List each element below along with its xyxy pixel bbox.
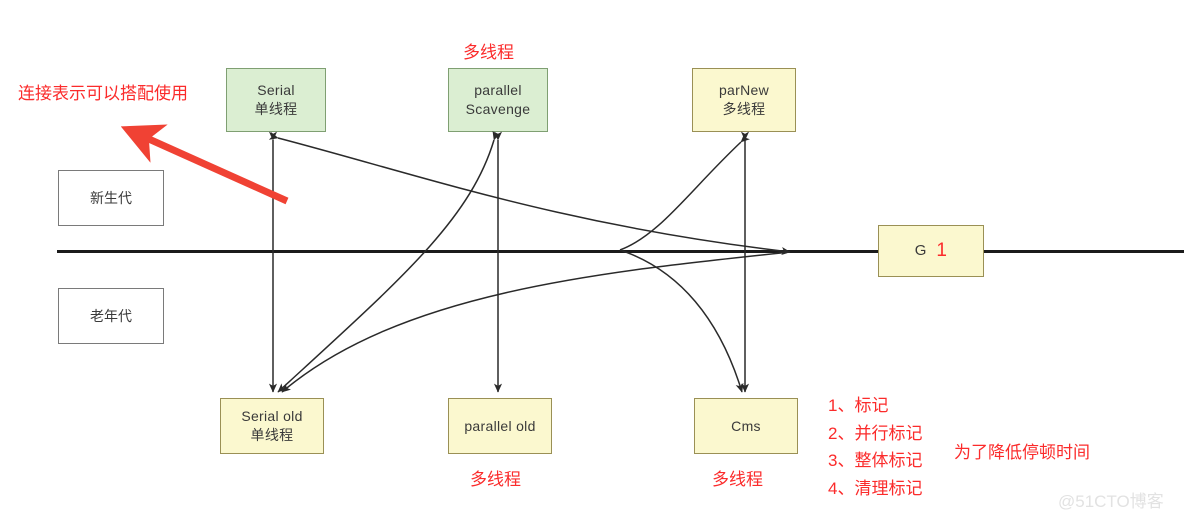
collector-box-serial[interactable]: Serial 单线程 (226, 68, 326, 132)
annotation-connection-note-text: 连接表示可以搭配使用 (18, 84, 188, 103)
link-serial-cross-right (268, 131, 791, 256)
collector-box-serial-old[interactable]: Serial old 单线程 (220, 398, 324, 454)
collector-serial-old-line1: Serial old (241, 408, 303, 425)
annotation-parallel-scavenge-threads: 多线程 (463, 38, 514, 63)
annotation-parallel-old-threads-text: 多线程 (470, 470, 521, 489)
collector-serial-line1: Serial (257, 82, 295, 99)
old-generation-text: 老年代 (90, 308, 132, 324)
collector-box-g1[interactable]: G 1 (878, 225, 984, 277)
collector-box-parallel-old[interactable]: parallel old (448, 398, 552, 454)
annotation-cms-purpose-text: 为了降低停顿时间 (954, 443, 1090, 462)
collector-g1-label: G (914, 241, 928, 259)
annotation-cms-phase-list: 1、标记 2、并行标记 3、整体标记 4、清理标记 (828, 392, 922, 502)
diagram-canvas: 新生代 老年代 Serial 单线程 parallel Scavenge par… (0, 0, 1184, 520)
collector-serial-old-line2: 单线程 (250, 427, 294, 443)
link-cross-to-serial-old (281, 251, 791, 393)
site-watermark-text: @51CTO博客 (1058, 492, 1164, 511)
collector-box-parnew[interactable]: parNew 多线程 (692, 68, 796, 132)
annotation-cms-threads-text: 多线程 (712, 470, 763, 489)
old-generation-label: 老年代 (58, 288, 164, 344)
collector-serial-line2: 单线程 (254, 101, 298, 117)
link-parallel-scavenge-serial-old (277, 130, 501, 393)
annotation-cms-phase-2: 2、并行标记 (828, 423, 923, 443)
young-generation-text: 新生代 (90, 190, 132, 206)
annotation-parallel-scavenge-threads-text: 多线程 (463, 43, 514, 62)
site-watermark: @51CTO博客 (1058, 487, 1164, 512)
collector-box-cms[interactable]: Cms (694, 398, 798, 454)
collector-parnew-line2: 多线程 (722, 101, 766, 117)
annotation-cms-phase-1: 1、标记 (828, 396, 889, 415)
young-generation-label: 新生代 (58, 170, 164, 226)
collector-parallel-scavenge-line2: Scavenge (465, 101, 531, 117)
annotation-connection-note: 连接表示可以搭配使用 (18, 79, 188, 104)
link-scurve-cms-lower (619, 249, 744, 393)
collector-parallel-scavenge-line1: parallel (474, 82, 522, 99)
collector-box-parallel-scavenge[interactable]: parallel Scavenge (448, 68, 548, 132)
annotation-cms-phase-3: 3、整体标记 (828, 451, 923, 471)
link-parnew-scurve-cms (619, 133, 750, 251)
collector-parnew-line1: parNew (718, 82, 770, 99)
annotation-cms-purpose: 为了降低停顿时间 (954, 438, 1090, 463)
collector-g1-number: 1 (936, 240, 948, 262)
collector-parallel-old-line1: parallel old (464, 417, 536, 434)
annotation-cms-phase-4: 4、清理标记 (828, 478, 923, 498)
collector-cms-line1: Cms (731, 417, 761, 434)
generation-divider-line (57, 250, 1184, 253)
annotation-cms-threads: 多线程 (712, 465, 763, 490)
annotation-parallel-old-threads: 多线程 (470, 465, 521, 490)
